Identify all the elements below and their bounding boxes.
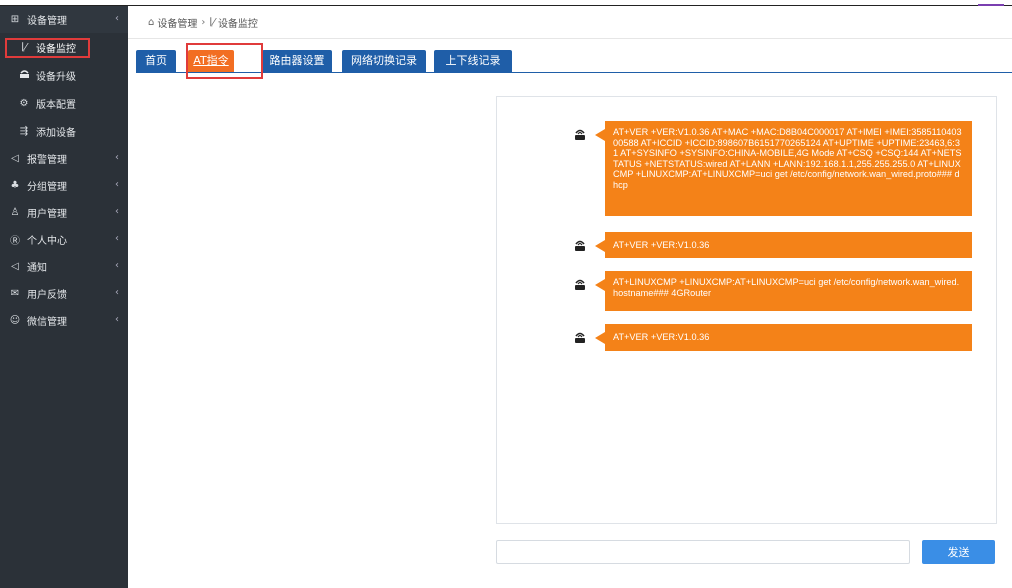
- sidebar-item-label: 分组管理: [27, 182, 67, 193]
- tab-bar: 首页 AT指令 路由器设置 网络切换记录 上下线记录: [136, 50, 1012, 73]
- tab-home[interactable]: 首页: [136, 50, 176, 72]
- chart-icon: ⌊⁄: [21, 41, 27, 53]
- message-bubble: AT+VER +VER:V1.0.36 AT+MAC +MAC:D8B04C00…: [605, 121, 972, 216]
- breadcrumb: ⌂ 设备管理 › ⌊⁄ 设备监控: [128, 6, 1012, 39]
- chevron-left-icon: ‹: [115, 233, 119, 244]
- send-button[interactable]: 发送: [922, 540, 995, 564]
- tab-at-command[interactable]: AT指令: [188, 50, 234, 72]
- home-icon: ⌂: [148, 16, 155, 28]
- message-bubble: AT+VER +VER:V1.0.36: [605, 232, 972, 258]
- sidebar-item-user-feedback[interactable]: ✉ 用户反馈 ‹: [0, 280, 128, 307]
- chevron-left-icon: ‹: [115, 179, 119, 190]
- gear-circle-icon: ⚙: [19, 97, 29, 109]
- sidebar-item-label: 版本配置: [36, 99, 76, 111]
- sidebar-item-add-device[interactable]: ⇶ 添加设备: [0, 117, 128, 145]
- sidebar-item-device-management[interactable]: ⊞ 设备管理 ‹: [0, 6, 128, 33]
- users-icon: ♙: [10, 207, 20, 218]
- wechat-icon: ☺: [9, 315, 21, 326]
- at-command-input[interactable]: [496, 540, 910, 564]
- router-avatar-icon: [573, 277, 587, 291]
- message-panel[interactable]: AT+VER +VER:V1.0.36 AT+MAC +MAC:D8B04C00…: [496, 96, 997, 524]
- speaker-icon: ◁: [11, 261, 19, 272]
- message-bubble: AT+LINUXCMP +LINUXCMP:AT+LINUXCMP=uci ge…: [605, 271, 972, 311]
- chevron-left-icon: ‹: [115, 13, 119, 24]
- sidebar-item-label: 个人中心: [27, 236, 67, 247]
- chevron-left-icon: ‹: [115, 206, 119, 217]
- bubble-arrow: [595, 332, 605, 344]
- message-bubble: AT+VER +VER:V1.0.36: [605, 324, 972, 351]
- speaker-icon: ◁: [11, 153, 19, 164]
- tab-network-switch-log[interactable]: 网络切换记录: [342, 50, 426, 72]
- router-icon: [17, 69, 31, 82]
- sidebar-item-wechat-management[interactable]: ☺ 微信管理 ‹: [0, 307, 128, 334]
- bubble-arrow: [595, 240, 605, 252]
- breadcrumb-separator: ›: [201, 16, 206, 28]
- chevron-left-icon: ‹: [115, 314, 119, 325]
- sidebar-item-label: 添加设备: [36, 127, 76, 139]
- sidebar-item-label: 用户反馈: [27, 290, 67, 301]
- sidebar-item-device-upgrade[interactable]: 设备升级: [0, 61, 128, 89]
- sidebar-item-label: 设备升级: [36, 71, 76, 83]
- sidebar-item-alarm-management[interactable]: ◁ 报警管理 ‹: [0, 145, 128, 172]
- chevron-left-icon: ‹: [115, 260, 119, 271]
- profile-icon: Ⓡ: [10, 236, 20, 247]
- sidebar-item-label: 报警管理: [27, 155, 67, 166]
- chevron-left-icon: ‹: [115, 152, 119, 163]
- sidebar-item-notifications[interactable]: ◁ 通知 ‹: [0, 253, 128, 280]
- router-avatar-icon: [573, 127, 587, 141]
- bubble-arrow: [595, 279, 605, 291]
- router-avatar-icon: [573, 238, 587, 252]
- sidebar-item-personal-center[interactable]: Ⓡ 个人中心 ‹: [0, 226, 128, 253]
- group-icon: ♣: [10, 180, 20, 191]
- breadcrumb-parent[interactable]: 设备管理: [157, 15, 197, 30]
- sidebar-item-group-management[interactable]: ♣ 分组管理 ‹: [0, 172, 128, 199]
- sidebar: ⊞ 设备管理 ‹ ⌊⁄ 设备监控 设备升级 ⚙ 版本配置 ⇶ 添加设备 ◁ 报警…: [0, 6, 128, 588]
- sidebar-item-user-management[interactable]: ♙ 用户管理 ‹: [0, 199, 128, 226]
- sidebar-item-label: 微信管理: [27, 317, 67, 328]
- sidebar-item-version-config[interactable]: ⚙ 版本配置: [0, 89, 128, 117]
- chevron-left-icon: ‹: [115, 287, 119, 298]
- sidebar-item-device-monitor[interactable]: ⌊⁄ 设备监控: [0, 33, 128, 61]
- tab-router-settings[interactable]: 路由器设置: [262, 50, 332, 72]
- sidebar-item-label: 设备管理: [27, 16, 67, 27]
- bubble-arrow: [595, 129, 605, 141]
- add-device-icon: ⇶: [19, 125, 29, 137]
- breadcrumb-current: 设备监控: [217, 18, 258, 30]
- chart-icon: ⌊⁄: [209, 16, 215, 28]
- feedback-icon: ✉: [10, 288, 20, 299]
- grid-icon: ⊞: [10, 14, 20, 25]
- sidebar-item-label: 通知: [27, 263, 47, 274]
- sidebar-item-label: 用户管理: [27, 209, 67, 220]
- router-avatar-icon: [573, 330, 587, 344]
- tab-online-offline-log[interactable]: 上下线记录: [434, 50, 512, 72]
- sidebar-item-label: 设备监控: [36, 43, 76, 55]
